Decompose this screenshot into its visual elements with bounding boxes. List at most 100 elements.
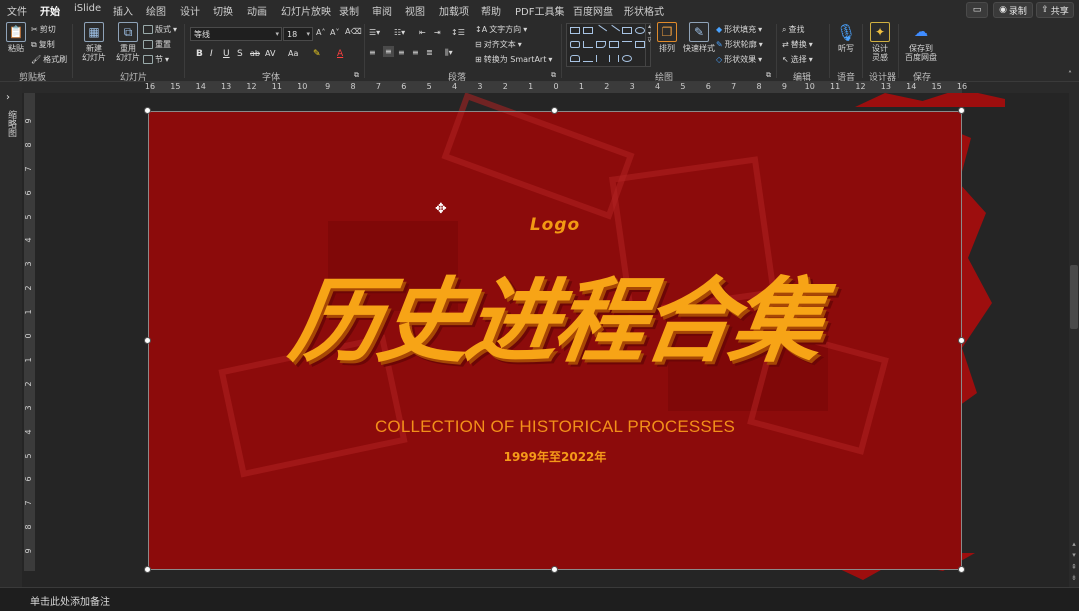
resize-handle[interactable] [551, 566, 558, 573]
tab-islide[interactable]: iSlide [74, 3, 101, 14]
change-case-button[interactable]: Aa [288, 49, 298, 58]
notes-placeholder[interactable]: 单击此处添加备注 [30, 593, 110, 608]
tab-design[interactable]: 设计 [180, 3, 200, 18]
slide-subtitle[interactable]: COLLECTION OF HISTORICAL PROCESSES [148, 417, 962, 437]
dialog-launcher-icon[interactable]: ⧉ [551, 71, 556, 80]
decrease-indent-button[interactable]: ⇤ [419, 28, 426, 37]
scroll-down-icon[interactable]: ▾ [1069, 551, 1079, 559]
resize-handle[interactable] [144, 107, 151, 114]
share-button[interactable]: ⇪ 共享 [1036, 2, 1074, 18]
format-painter-button[interactable]: 🖌 格式刷 [31, 54, 67, 65]
find-button[interactable]: ⌕ 查找 [782, 24, 804, 35]
oval-shape-icon[interactable] [635, 27, 645, 34]
rectangle-shape-icon[interactable] [635, 41, 645, 48]
shape-outline-button[interactable]: ✎ 形状轮廓 ▾ [716, 39, 763, 50]
previous-slide-icon[interactable]: ⇞ [1069, 563, 1079, 571]
italic-button[interactable]: I [210, 49, 213, 59]
dialog-launcher-icon[interactable]: ⧉ [766, 71, 771, 80]
underline-button[interactable]: U [223, 49, 230, 59]
rectangle-shape-icon[interactable] [583, 27, 593, 34]
design-ideas-button[interactable]: ✦ 设计 灵感 [870, 22, 890, 62]
align-text-button[interactable]: ⊟ 对齐文本 ▾ [475, 39, 522, 50]
section-button[interactable]: 节 ▾ [143, 54, 169, 65]
scroll-up-icon[interactable]: ▴ [1069, 540, 1079, 548]
resize-handle[interactable] [958, 566, 965, 573]
resize-handle[interactable] [144, 337, 151, 344]
distributed-button[interactable]: ≣ [426, 48, 433, 57]
reset-button[interactable]: 重置 [143, 39, 171, 50]
gallery-scroll[interactable]: ▴ ▾ ⊽ [645, 23, 653, 67]
rounded-rect-shape-icon[interactable] [570, 41, 580, 48]
strikethrough-button[interactable]: ab [250, 49, 260, 58]
arrow-shape-icon[interactable] [607, 24, 621, 37]
highlight-color-icon[interactable]: ✎ [313, 49, 321, 59]
align-left-button[interactable]: ≡ [369, 48, 376, 57]
tab-help[interactable]: 帮助 [481, 3, 501, 18]
tab-baidu-netdisk[interactable]: 百度网盘 [573, 3, 613, 18]
triangle-shape-icon[interactable] [583, 41, 593, 48]
clear-format-button[interactable]: A⌫ [345, 27, 362, 36]
vertical-scrollbar[interactable]: ▴ ▾ ⇞ ⇟ [1069, 93, 1079, 587]
save-baidu-button[interactable]: ☁ 保存到 百度网盘 [905, 22, 937, 63]
select-button[interactable]: ↖ 选择 ▾ [782, 54, 813, 65]
slide-title[interactable]: 历史进程合集 [140, 261, 971, 381]
tab-transitions[interactable]: 切换 [213, 3, 233, 18]
line-spacing-button[interactable]: ↕☰ [451, 28, 465, 37]
font-color-icon[interactable]: A [337, 49, 343, 59]
replace-button[interactable]: ⇄ 替换 ▾ [782, 39, 813, 50]
tab-insert[interactable]: 插入 [113, 3, 133, 18]
curve-shape-icon[interactable] [570, 55, 580, 62]
thumbnail-label[interactable]: 缩略图 [5, 110, 18, 137]
increase-indent-button[interactable]: ⇥ [434, 28, 441, 37]
star-shape-icon[interactable] [622, 55, 632, 62]
comment-button[interactable]: ▭ [966, 2, 988, 18]
bullets-button[interactable]: ☰▾ [369, 28, 380, 37]
connector-shape-icon[interactable] [596, 41, 606, 48]
date-range[interactable]: 1999年至2022年 [148, 448, 962, 465]
resize-handle[interactable] [551, 107, 558, 114]
increase-font-button[interactable]: A˄ [316, 28, 325, 37]
reuse-slides-button[interactable]: ⧉ 重用 幻灯片 [116, 22, 140, 62]
tab-shape-format[interactable]: 形状格式 [624, 3, 664, 18]
shadow-button[interactable]: S [237, 49, 243, 59]
layout-button[interactable]: 版式 ▾ [143, 24, 177, 35]
decrease-font-button[interactable]: A˅ [330, 28, 339, 37]
font-name-select[interactable]: 等线 ▾ [190, 27, 282, 41]
justify-button[interactable]: ≡ [412, 48, 419, 57]
quick-styles-button[interactable]: ✎ 快速样式 [683, 22, 715, 53]
resize-handle[interactable] [144, 566, 151, 573]
dictate-button[interactable]: 🎙 听写 [836, 22, 856, 53]
next-slide-icon[interactable]: ⇟ [1069, 574, 1079, 582]
collapse-ribbon-icon[interactable]: ˄ [1068, 70, 1072, 79]
tab-pdf-tools[interactable]: PDF工具集 [515, 3, 564, 18]
tab-review[interactable]: 审阅 [372, 3, 392, 18]
bold-button[interactable]: B [196, 49, 203, 59]
new-slide-button[interactable]: ▦ 新建 幻灯片 [82, 22, 106, 62]
record-button[interactable]: ◉ 录制 [993, 2, 1033, 18]
curve-shape-icon[interactable] [583, 55, 593, 62]
expand-thumbnails-icon[interactable]: › [6, 92, 10, 103]
copy-button[interactable]: ⧉ 复制 [31, 39, 55, 50]
cut-button[interactable]: ✂ 剪切 [31, 24, 56, 35]
align-center-button[interactable]: ≡ [383, 46, 394, 57]
tab-home[interactable]: 开始 [40, 3, 60, 22]
tab-addins[interactable]: 加载项 [439, 3, 469, 18]
rectangle-shape-icon[interactable] [622, 27, 632, 34]
align-right-button[interactable]: ≡ [398, 48, 405, 57]
resize-handle[interactable] [958, 107, 965, 114]
arrow-right-shape-icon[interactable] [622, 41, 632, 48]
line-shape-icon[interactable] [594, 24, 608, 37]
tab-file[interactable]: 文件 [7, 3, 27, 18]
font-size-select[interactable]: 18 ▾ [283, 27, 313, 41]
tab-draw[interactable]: 绘图 [146, 3, 166, 18]
numbering-button[interactable]: ☷▾ [394, 28, 405, 37]
shape-effects-button[interactable]: ◇ 形状效果 ▾ [716, 54, 762, 65]
connector-shape-icon[interactable] [609, 41, 619, 48]
shape-fill-button[interactable]: ◆ 形状填充 ▾ [716, 24, 762, 35]
text-direction-button[interactable]: ↕A 文字方向 ▾ [475, 24, 527, 35]
tab-animations[interactable]: 动画 [247, 3, 267, 18]
notes-pane[interactable]: 单击此处添加备注 [0, 587, 1079, 611]
tab-record[interactable]: 录制 [339, 3, 359, 18]
tab-view[interactable]: 视图 [405, 3, 425, 18]
rectangle-shape-icon[interactable] [570, 27, 580, 34]
